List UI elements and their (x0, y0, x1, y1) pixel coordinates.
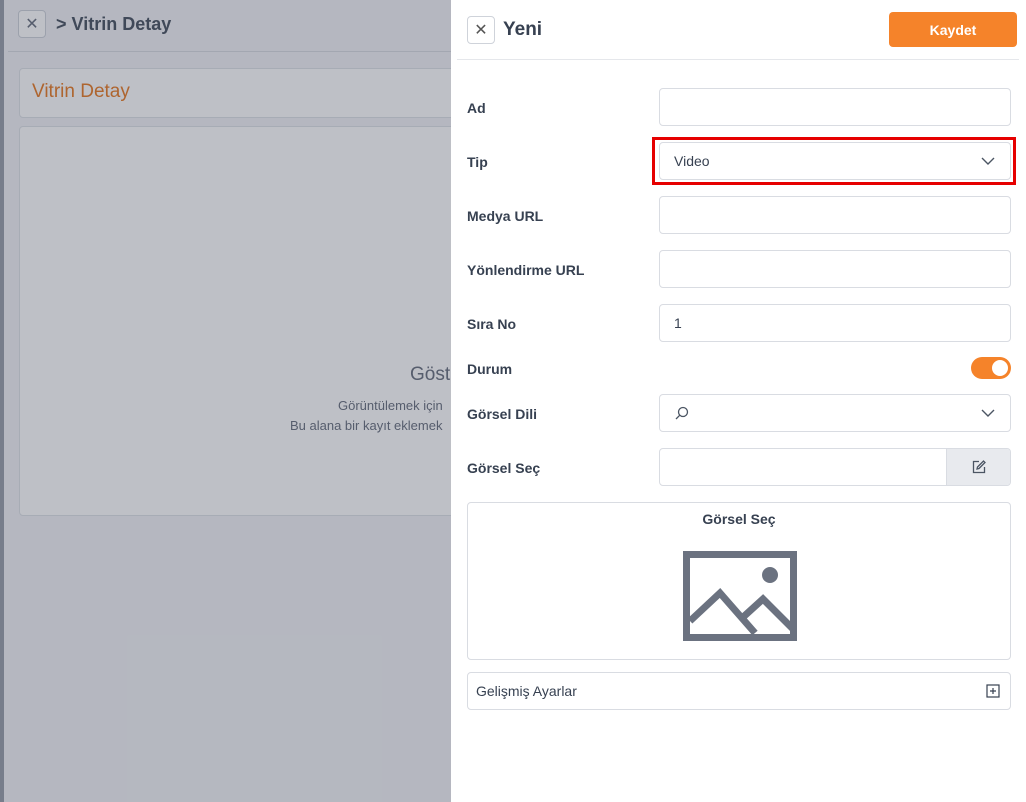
ad-label: Ad (467, 100, 486, 116)
gorsel-dili-label: Görsel Dili (467, 406, 538, 422)
durum-toggle[interactable] (971, 357, 1011, 379)
medya-url-label: Medya URL (467, 208, 544, 224)
ad-input[interactable] (659, 88, 1011, 126)
image-picker-caption: Görsel Seç (702, 511, 776, 527)
medya-url-input[interactable] (659, 196, 1011, 234)
close-icon[interactable]: ✕ (467, 16, 495, 44)
image-picker-box[interactable]: Görsel Seç (467, 502, 1011, 660)
durum-label: Durum (467, 361, 513, 377)
tip-highlight-box (652, 137, 1016, 185)
search-icon (675, 406, 689, 420)
new-item-drawer: ✕ Yeni Kaydet Ad Tip Video Medya URL Yön… (451, 0, 1026, 802)
gorsel-sec-input[interactable] (660, 449, 946, 485)
tip-label: Tip (467, 154, 488, 170)
expand-plus-icon[interactable] (986, 684, 1000, 698)
edit-icon (972, 460, 986, 474)
drawer-header: ✕ Yeni Kaydet (457, 0, 1019, 60)
gorsel-dili-select[interactable] (659, 394, 1011, 432)
yonlendirme-url-input[interactable] (659, 250, 1011, 288)
edit-button[interactable] (946, 449, 1010, 485)
image-placeholder-icon (683, 551, 797, 641)
advanced-settings-label: Gelişmiş Ayarlar (476, 683, 577, 699)
save-button[interactable]: Kaydet (889, 12, 1017, 47)
advanced-settings-row[interactable]: Gelişmiş Ayarlar (467, 672, 1011, 710)
chevron-down-icon (981, 409, 995, 417)
sira-no-label: Sıra No (467, 316, 517, 332)
gorsel-sec-label: Görsel Seç (467, 460, 541, 476)
sira-no-input[interactable] (659, 304, 1011, 342)
yonlendirme-url-label: Yönlendirme URL (467, 262, 585, 278)
drawer-title: Yeni (503, 19, 543, 40)
toggle-knob (992, 360, 1008, 376)
gorsel-sec-field (659, 448, 1011, 486)
